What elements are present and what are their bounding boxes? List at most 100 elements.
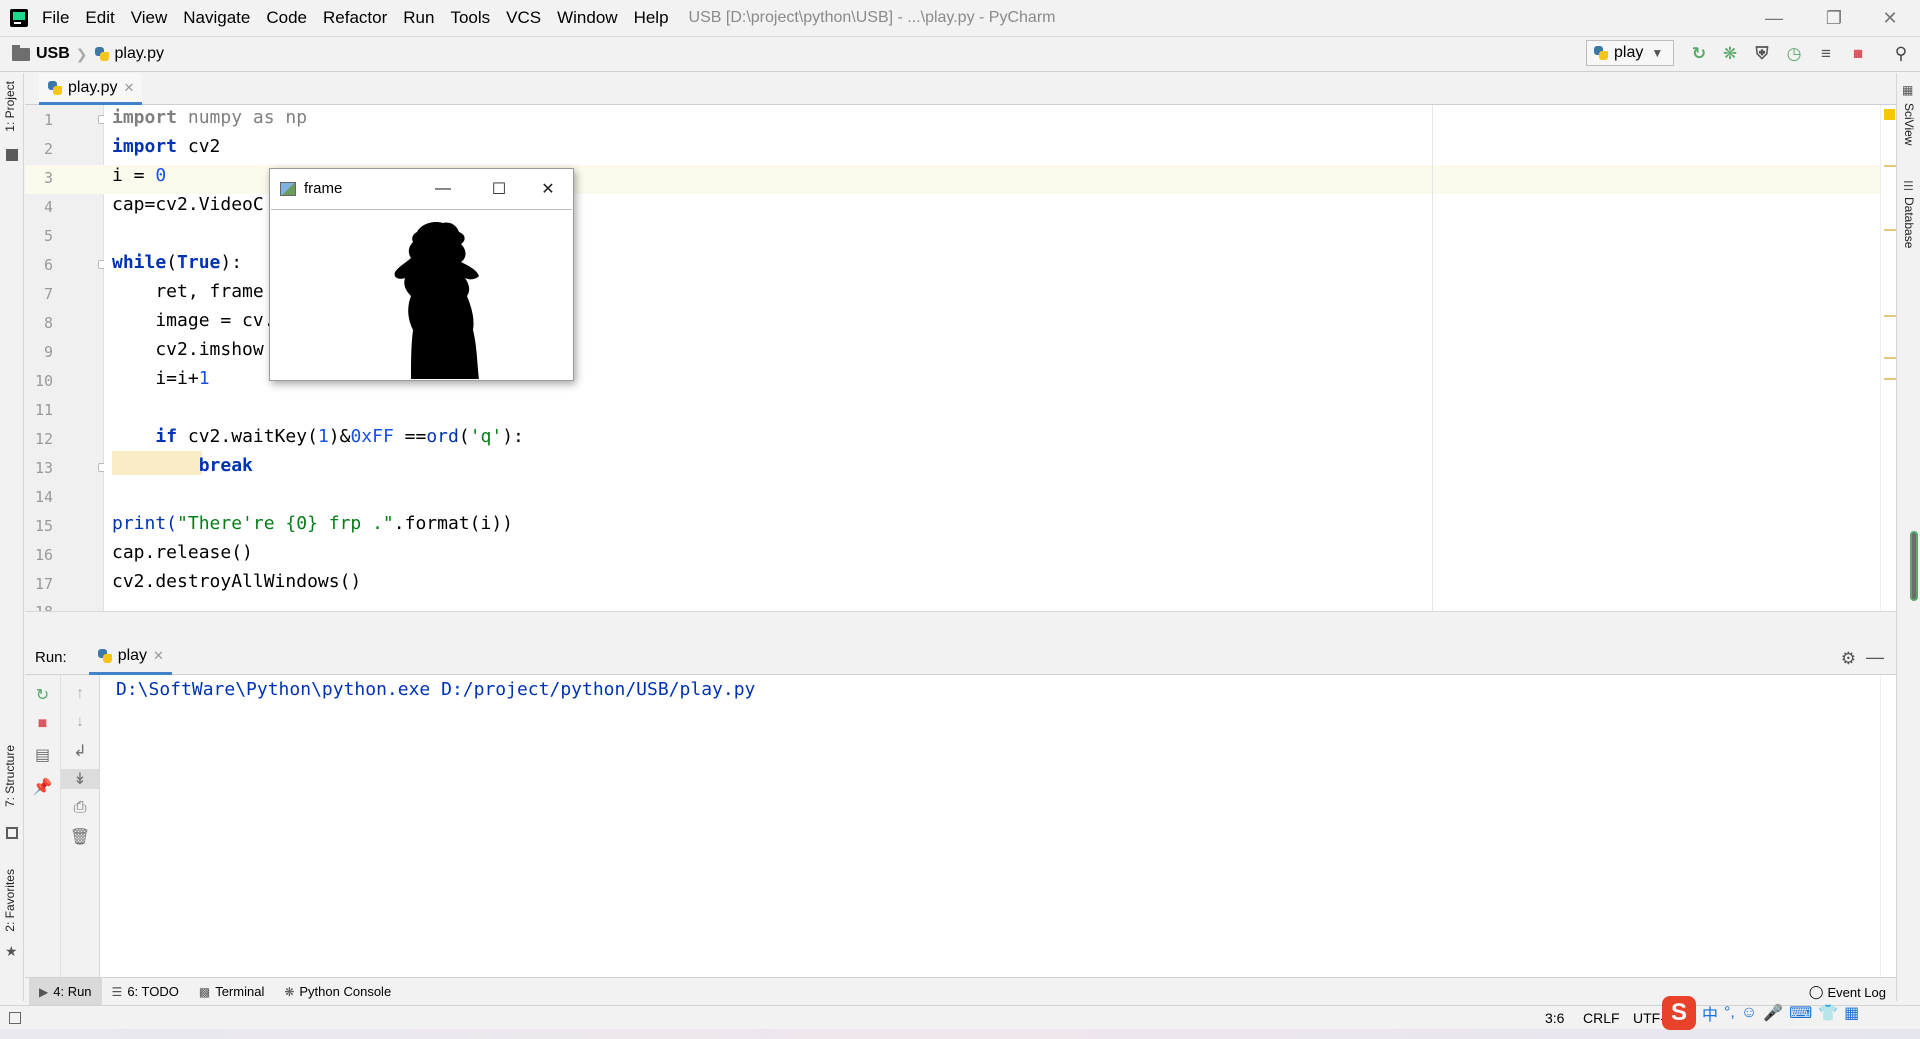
arrow-up-icon[interactable]: ↑ [61, 685, 99, 703]
menu-refactor[interactable]: Refactor [323, 8, 387, 28]
trash-icon[interactable]: 🗑 [61, 827, 99, 847]
number-literal: 1 [198, 368, 210, 389]
line-number: 7 [43, 285, 53, 303]
line-number-gutter[interactable]: 1 2 3 4 5 6 7 8 9 10 11 12 13 14 15 16 1… [25, 105, 107, 621]
code-line: ret, frame [112, 281, 263, 302]
run-with-coverage-icon[interactable]: ⛨ [1752, 44, 1772, 64]
breadcrumb-project[interactable]: USB [36, 45, 70, 63]
frame-close-button[interactable]: ✕ [525, 169, 571, 208]
sciview-tool-tab[interactable]: SciView [1902, 103, 1916, 145]
editor-scrollbar[interactable] [1880, 105, 1896, 611]
arrow-down-icon[interactable]: ↓ [61, 713, 99, 731]
code-text: )& [328, 426, 351, 447]
line-number: 3 [43, 169, 53, 187]
skin-icon[interactable]: 👕 [1818, 1003, 1838, 1023]
microphone-icon[interactable]: 🎤 [1763, 1003, 1783, 1023]
close-tab-icon[interactable]: ✕ [124, 80, 135, 96]
scroll-to-end-icon[interactable]: ↡ [61, 769, 99, 789]
code-line: i = 0 [112, 165, 166, 186]
python-console-tool-tab[interactable]: ❋ Python Console [274, 978, 401, 1006]
rerun-icon[interactable]: ↻ [1689, 44, 1709, 64]
concurrency-diagram-icon[interactable]: ≡ [1816, 44, 1836, 64]
line-separator[interactable]: CRLF [1583, 1010, 1620, 1026]
menu-file[interactable]: File [42, 8, 69, 28]
run-configuration-select[interactable]: play ▼ [1586, 40, 1674, 66]
profile-icon[interactable]: ◷ [1784, 44, 1804, 64]
frame-maximize-button[interactable]: ☐ [476, 169, 522, 208]
restore-window-button[interactable]: ❐ [1810, 0, 1858, 36]
menu-code[interactable]: Code [266, 8, 307, 28]
code-text: cv2.destroyAllWindows() [112, 571, 362, 592]
menu-view[interactable]: View [131, 8, 168, 28]
gear-icon[interactable]: ⚙ [1841, 649, 1856, 669]
run-tool-tab[interactable]: ▶ 4: Run [29, 977, 102, 1006]
code-line: image = cv. [112, 310, 274, 331]
code-line: if cv2.waitKey(1)&0xFF ==ord('q'): [112, 426, 524, 447]
minimize-window-button[interactable]: — [1750, 0, 1798, 36]
close-tab-icon[interactable]: ✕ [153, 648, 164, 664]
keyboard-icon[interactable]: ⌨ [1789, 1003, 1812, 1023]
soft-wrap-icon[interactable]: ↲ [61, 741, 99, 761]
project-tool-tab[interactable]: 1: Project [3, 81, 17, 132]
menu-vcs[interactable]: VCS [506, 8, 541, 28]
menu-edit[interactable]: Edit [85, 8, 114, 28]
toolbox-icon[interactable]: ▦ [1844, 1003, 1859, 1023]
run-console-output[interactable]: D:\SoftWare\Python\python.exe D:/project… [100, 675, 1896, 977]
error-stripe-mark[interactable] [1884, 357, 1896, 359]
menu-tools[interactable]: Tools [450, 8, 490, 28]
close-window-button[interactable]: ✕ [1866, 0, 1914, 36]
emoji-icon[interactable]: ☺ [1741, 1004, 1757, 1022]
breadcrumb-file[interactable]: play.py [115, 45, 165, 63]
error-stripe-mark[interactable] [1884, 229, 1896, 231]
menu-navigate[interactable]: Navigate [183, 8, 250, 28]
structure-icon [6, 827, 18, 839]
code-text: cv2.waitKey( [177, 426, 318, 447]
caret-position[interactable]: 3:6 [1545, 1010, 1564, 1026]
database-tool-tab[interactable]: Database [1902, 197, 1916, 248]
error-stripe-mark[interactable] [1884, 315, 1896, 317]
line-number: 4 [43, 198, 53, 216]
tab-play-py[interactable]: play.py ✕ [39, 73, 143, 105]
panel-splitter[interactable] [25, 611, 1896, 641]
ime-punctuation-toggle[interactable]: °, [1724, 1004, 1735, 1022]
chevron-down-icon: ▼ [1651, 46, 1664, 60]
keyword: import [112, 107, 178, 128]
layout-icon[interactable]: ▤ [25, 745, 60, 765]
keyword: import [112, 136, 178, 157]
code-text: ): [502, 426, 524, 447]
tab-label: play.py [68, 78, 118, 96]
stop-icon[interactable]: ■ [25, 715, 60, 733]
todo-tool-tab[interactable]: ☰ 6: TODO [102, 978, 189, 1006]
minimize-panel-icon[interactable]: — [1866, 647, 1884, 668]
pin-icon[interactable]: 📌 [25, 777, 60, 797]
list-icon: ☰ [111, 984, 123, 999]
menu-run[interactable]: Run [403, 8, 434, 28]
tool-windows-toggle-icon[interactable] [9, 1012, 21, 1024]
error-stripe-mark[interactable] [1884, 378, 1896, 380]
console-scrollbar[interactable] [1880, 675, 1896, 977]
search-everywhere-icon[interactable]: ⚲ [1891, 44, 1911, 64]
ime-language-toggle[interactable]: 中 [1702, 1001, 1718, 1025]
terminal-tool-tab[interactable]: ▩ Terminal [189, 978, 274, 1006]
menu-help[interactable]: Help [634, 8, 669, 28]
python-console-icon: ❋ [284, 984, 295, 999]
opencv-frame-window[interactable]: frame — ☐ ✕ [269, 168, 574, 381]
warning-indicator-icon[interactable] [1884, 109, 1895, 120]
sogou-logo-icon[interactable]: S [1662, 996, 1696, 1030]
stop-icon[interactable]: ■ [1848, 44, 1868, 64]
rerun-icon[interactable]: ↻ [25, 685, 60, 705]
frame-window-titlebar[interactable]: frame — ☐ ✕ [270, 169, 573, 208]
builtin: print( [112, 513, 178, 534]
frame-minimize-button[interactable]: — [420, 169, 466, 208]
code-text: cap=cv2.VideoC [112, 194, 264, 215]
error-stripe-mark[interactable] [1884, 165, 1896, 167]
debug-icon[interactable]: ❋ [1720, 44, 1740, 64]
run-tab-play[interactable]: play ✕ [88, 641, 172, 675]
favorites-tool-tab[interactable]: 2: Favorites [3, 869, 17, 932]
file-encoding[interactable]: UTF- [1633, 1010, 1665, 1026]
menu-window[interactable]: Window [557, 8, 617, 28]
print-icon[interactable]: ⎙ [61, 799, 99, 817]
memory-indicator-scrollbar[interactable] [1910, 531, 1918, 601]
structure-tool-tab[interactable]: 7: Structure [3, 745, 17, 807]
